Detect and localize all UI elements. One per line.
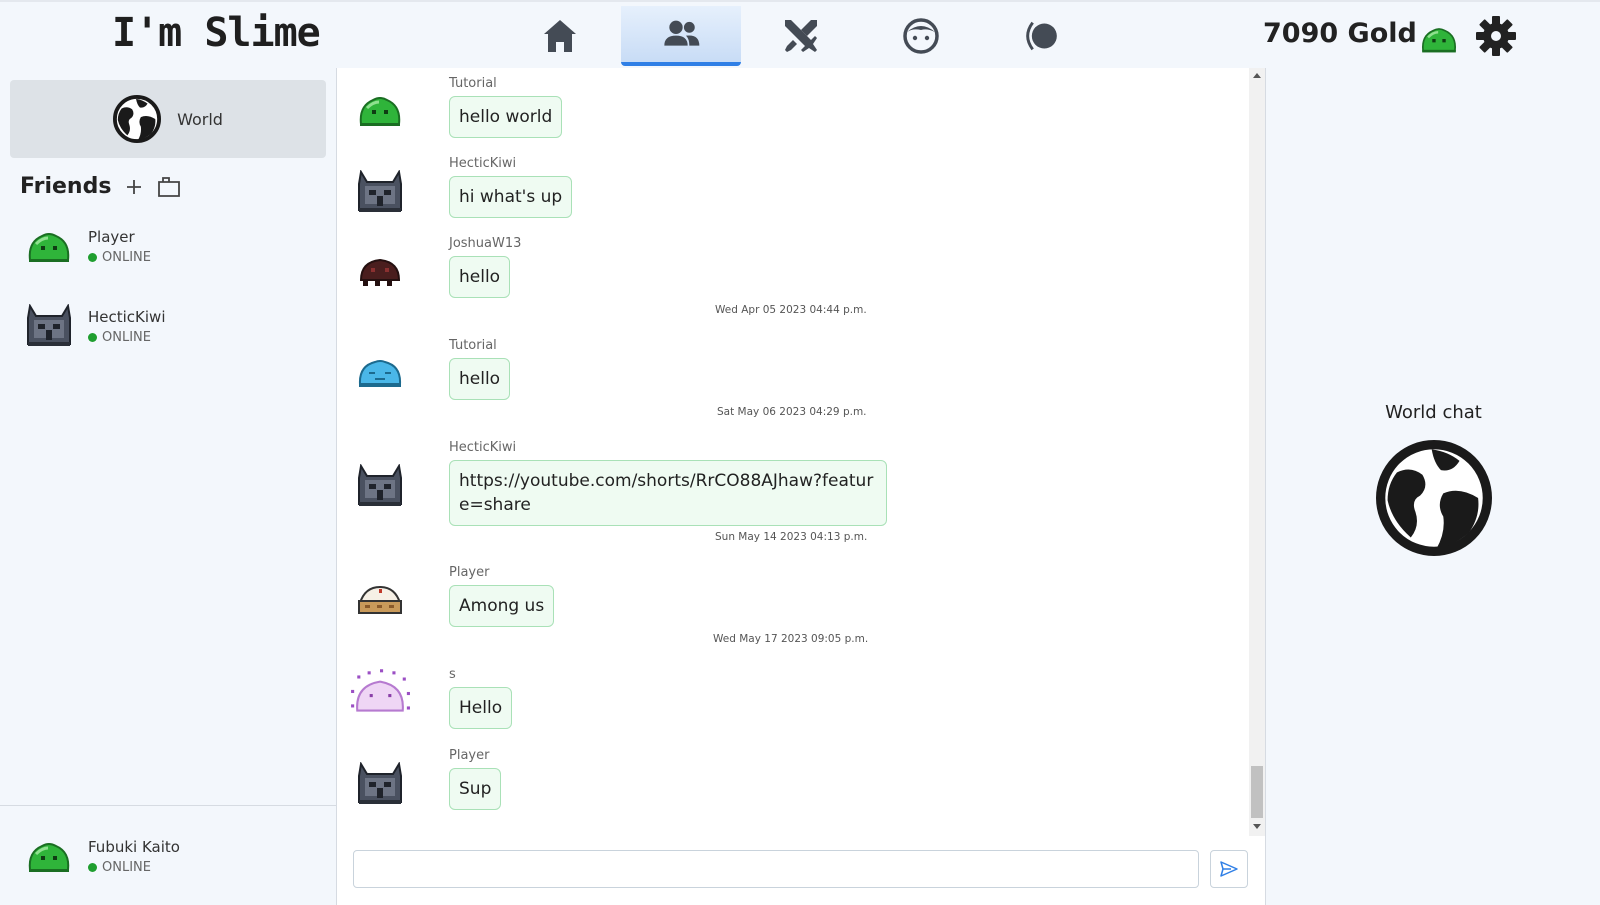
plus-icon <box>127 179 142 194</box>
face-icon <box>903 18 939 54</box>
message-bubble: hello world <box>449 96 563 138</box>
message-timestamp: Wed Apr 05 2023 04:44 p.m. <box>715 304 867 316</box>
slime-currency-icon <box>1418 22 1460 56</box>
friend-name: Player <box>88 227 135 246</box>
pink-spiky-slime-avatar <box>349 669 411 717</box>
current-user-status: ONLINE <box>102 859 151 875</box>
tab-battle[interactable] <box>741 6 861 66</box>
pie-slime-avatar <box>355 579 405 619</box>
current-user[interactable]: Fubuki Kaito ONLINE <box>24 826 324 886</box>
scroll-down-icon[interactable] <box>1253 824 1261 829</box>
friend-name: HecticKiwi <box>88 307 166 326</box>
message-bubble: https://youtube.com/shorts/RrCO88AJhaw?f… <box>449 460 887 526</box>
chat-info-panel: World chat <box>1265 68 1600 905</box>
app-logo: I'm Slime <box>112 10 321 56</box>
message-bubble: hi what's up <box>449 176 573 218</box>
friends-header: Friends <box>20 174 181 199</box>
crossed-swords-icon <box>785 20 817 52</box>
send-icon <box>1220 861 1238 877</box>
message-bubble: hello <box>449 358 511 400</box>
friend-item[interactable]: HecticKiwi ONLINE <box>24 296 324 356</box>
online-dot-icon <box>88 862 97 872</box>
world-label: World <box>177 109 223 129</box>
knight-slime-avatar <box>24 304 74 348</box>
top-bar: I'm Slime 7090 Gold <box>0 0 1600 68</box>
users-icon <box>664 20 700 46</box>
chat-scrollbar[interactable] <box>1249 68 1265 836</box>
chat-message-input[interactable] <box>353 850 1199 888</box>
message-bubble: Sup <box>449 768 502 810</box>
globe-icon <box>1376 440 1492 556</box>
moon-toggle-icon <box>1026 21 1057 51</box>
dark-red-slime-avatar <box>355 250 405 290</box>
online-dot-icon <box>88 332 97 342</box>
message-timestamp: Sat May 06 2023 04:29 p.m. <box>717 406 867 418</box>
friend-item[interactable]: Player ONLINE <box>24 216 324 276</box>
message-author: s <box>449 667 456 682</box>
send-button[interactable] <box>1210 850 1248 888</box>
message-author: JoshuaW13 <box>449 236 522 251</box>
green-slime-avatar <box>24 836 74 876</box>
friend-status: ONLINE <box>102 329 151 345</box>
home-icon <box>544 20 576 52</box>
chat-panel: Tutorial hello world HecticKiwi hi what'… <box>337 68 1265 905</box>
current-user-panel: Fubuki Kaito ONLINE <box>0 805 336 905</box>
current-user-name: Fubuki Kaito <box>88 837 180 856</box>
blue-slime-avatar <box>355 352 405 392</box>
green-slime-avatar <box>24 226 74 266</box>
scroll-up-icon[interactable] <box>1253 73 1261 78</box>
friend-requests-button[interactable] <box>157 176 181 198</box>
message-author: Tutorial <box>449 76 497 91</box>
message-bubble: Among us <box>449 585 555 627</box>
friend-status: ONLINE <box>102 249 151 265</box>
online-dot-icon <box>88 252 97 262</box>
tab-friends[interactable] <box>621 6 741 66</box>
message-author: Player <box>449 748 490 763</box>
add-friend-button[interactable] <box>125 178 143 196</box>
scroll-thumb[interactable] <box>1251 766 1263 818</box>
message-list: Tutorial hello world HecticKiwi hi what'… <box>337 68 1249 836</box>
sidebar: World Friends Player ONLINE HecticKiwi O… <box>0 68 337 905</box>
tab-profile[interactable] <box>861 6 981 66</box>
friends-title: Friends <box>20 174 112 199</box>
knight-slime-avatar <box>355 762 405 806</box>
message-author: HecticKiwi <box>449 440 517 455</box>
message-timestamp: Sun May 14 2023 04:13 p.m. <box>715 531 868 543</box>
folder-icon <box>158 176 181 197</box>
gold-counter: 7090 Gold <box>1263 18 1417 49</box>
message-author: HecticKiwi <box>449 156 517 171</box>
tab-theme[interactable] <box>981 6 1101 66</box>
message-bubble: Hello <box>449 687 513 729</box>
message-author: Player <box>449 565 490 580</box>
message-bubble: hello <box>449 256 511 298</box>
green-slime-avatar <box>355 90 405 130</box>
knight-slime-avatar <box>355 464 405 508</box>
message-author: Tutorial <box>449 338 497 353</box>
message-timestamp: Wed May 17 2023 09:05 p.m. <box>713 633 869 645</box>
gear-icon[interactable] <box>1474 14 1518 58</box>
knight-slime-avatar <box>355 170 405 214</box>
tab-home[interactable] <box>500 6 620 66</box>
world-chat-label: World chat <box>1385 402 1482 423</box>
world-chat-button[interactable]: World <box>10 80 326 158</box>
globe-icon <box>113 95 161 143</box>
